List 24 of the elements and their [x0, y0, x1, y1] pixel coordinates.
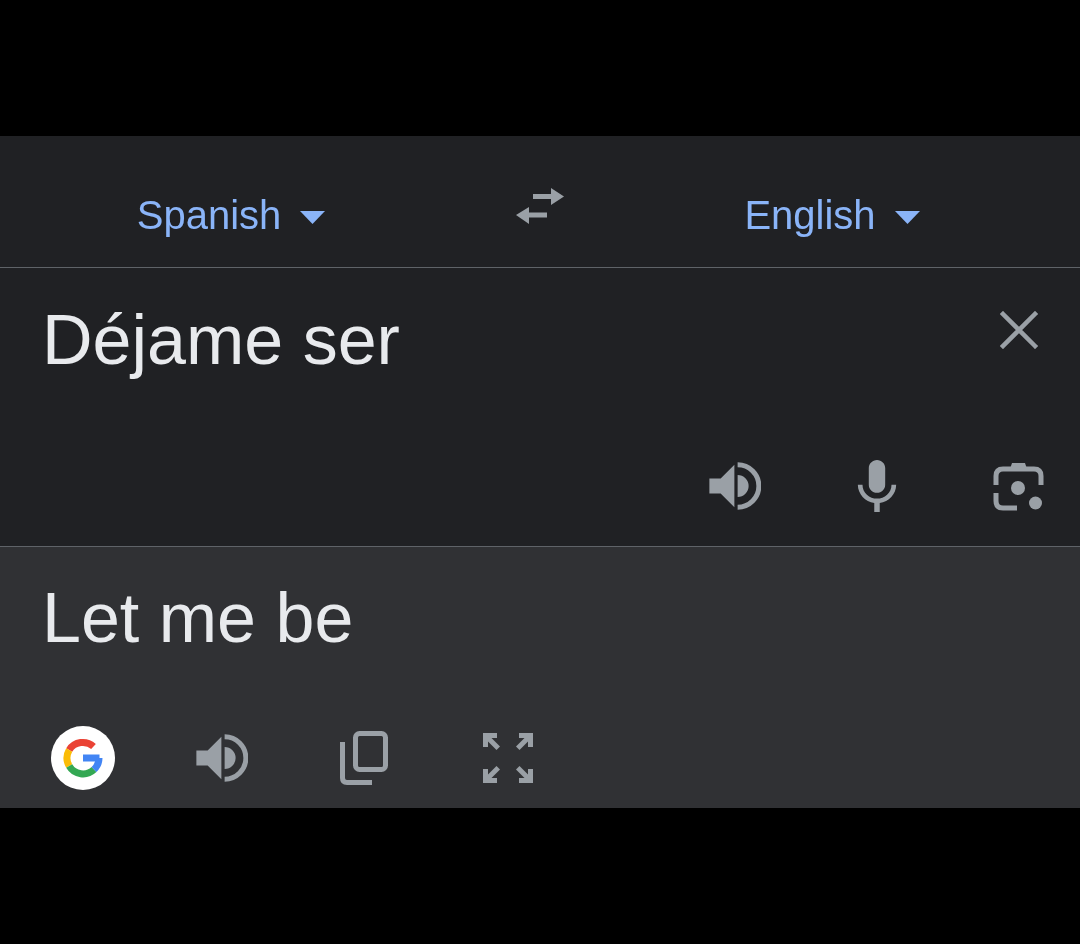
clear-button[interactable] — [1000, 311, 1038, 349]
microphone-icon — [857, 460, 897, 512]
camera-button[interactable] — [993, 461, 1044, 511]
microphone-button[interactable] — [857, 460, 897, 512]
swap-languages-button[interactable] — [516, 187, 564, 224]
fullscreen-icon — [483, 733, 533, 783]
swap-arrows-icon — [516, 187, 564, 224]
speaker-icon — [709, 461, 761, 511]
source-text-field[interactable]: Déjame ser — [42, 298, 942, 382]
caret-icon — [894, 211, 920, 224]
listen-source-button[interactable] — [709, 461, 761, 511]
translation-text: Let me be — [42, 578, 354, 659]
copy-button[interactable] — [340, 731, 388, 785]
fullscreen-button[interactable] — [483, 733, 533, 783]
copy-icon — [340, 731, 388, 785]
source-language-button[interactable]: Spanish — [136, 190, 326, 239]
close-icon — [1000, 311, 1038, 349]
target-language-button[interactable]: English — [744, 190, 920, 239]
camera-icon — [993, 461, 1044, 511]
speaker-icon — [196, 733, 248, 783]
caret-icon — [300, 211, 326, 224]
listen-translation-button[interactable] — [196, 733, 248, 783]
g-logo-icon — [51, 726, 115, 790]
source-input-area[interactable]: Déjame ser — [0, 268, 1080, 547]
